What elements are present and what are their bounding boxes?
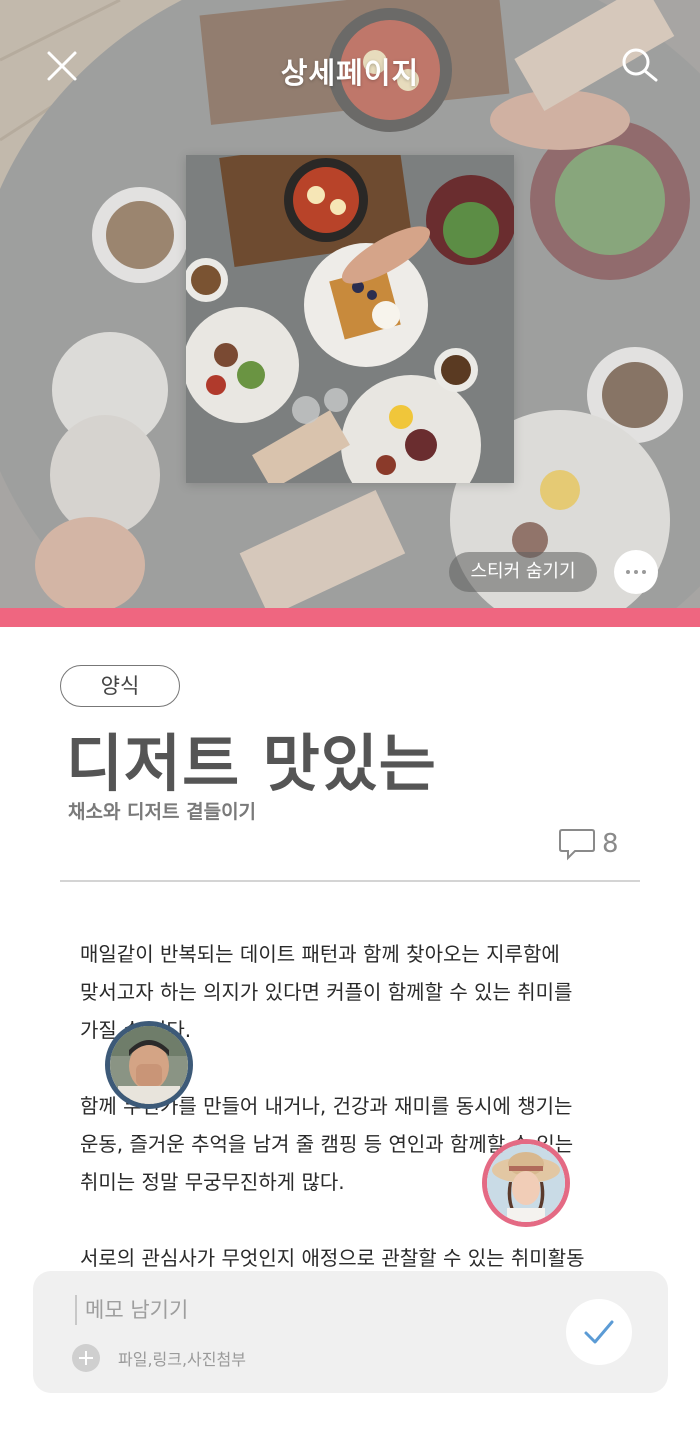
category-tag[interactable]: 양식 [60, 665, 180, 707]
search-button[interactable] [620, 46, 660, 86]
comment-count: 8 [602, 829, 619, 859]
comment-button[interactable]: 8 [558, 826, 619, 862]
more-options-button[interactable] [614, 550, 658, 594]
avatar-photo [110, 1026, 188, 1104]
more-dots-icon [626, 570, 630, 574]
attach-button[interactable]: 파일,링크,사진첨부 [72, 1344, 246, 1372]
search-icon [622, 48, 658, 82]
page-title: 상세페이지 [280, 56, 420, 90]
article-subtitle: 채소와 디저트 곁들이기 [68, 801, 257, 823]
hide-stickers-button[interactable]: 스티커 숨기기 [449, 552, 597, 592]
top-bar: 상세페이지 [0, 0, 700, 140]
memo-input[interactable] [85, 1291, 525, 1329]
comment-bubble-icon [559, 829, 595, 861]
accent-bar [0, 608, 700, 627]
checkmark-icon [584, 1320, 614, 1344]
attach-label: 파일,링크,사진첨부 [118, 1350, 246, 1369]
more-dot [634, 570, 638, 574]
more-dot [642, 570, 646, 574]
submit-memo-button[interactable] [566, 1299, 632, 1365]
sticker-avatar[interactable] [105, 1021, 193, 1109]
avatar-photo [487, 1144, 565, 1222]
hero-section: 상세페이지 스티커 숨기기 [0, 0, 700, 608]
memo-caret [75, 1295, 77, 1325]
article-body: 매일같이 반복되는 데이트 패턴과 함께 찾아오는 지루함에 맞서고자 하는 의… [80, 935, 640, 1315]
sticker-avatar[interactable] [482, 1139, 570, 1227]
plus-circle-icon [72, 1344, 100, 1372]
article-title: 디저트 맛있는 [66, 727, 437, 800]
divider [60, 880, 640, 882]
food-photo-thumbnail[interactable] [186, 155, 514, 483]
memo-composer: 파일,링크,사진첨부 [33, 1271, 668, 1393]
